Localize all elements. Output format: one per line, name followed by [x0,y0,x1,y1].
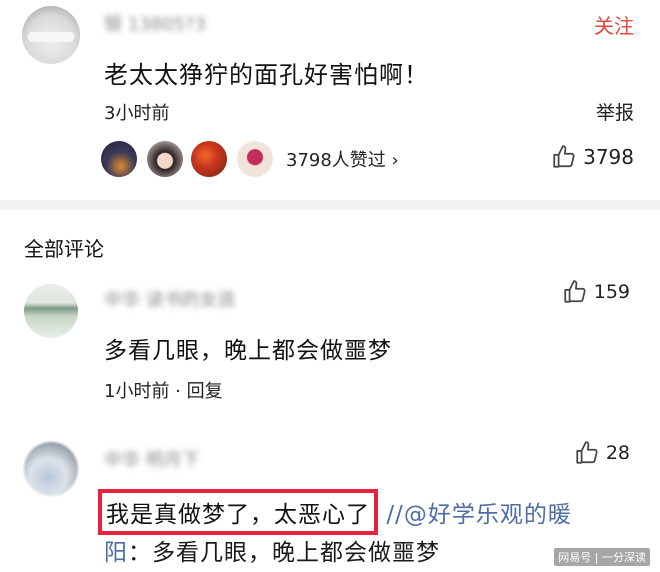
comment-author-name[interactable]: 中华 明月下 [104,446,200,472]
post-author-avatar[interactable] [22,6,80,64]
comment-author-name[interactable]: 中华 读书的女孩 [104,286,236,312]
post-like-button[interactable]: 3798 [551,144,634,170]
report-button[interactable]: 举报 [596,98,634,125]
comment-author-avatar[interactable] [24,284,78,338]
comment-text: 多看几眼，晚上都会做噩梦 [104,338,392,364]
section-divider [0,200,660,210]
comment-page: 银 13805?3 关注 老太太狰狞的面孔好害怕啊！ 3小时前 举报 3798人… [0,0,660,572]
comment-like-count: 159 [593,281,630,303]
comment-author-avatar[interactable] [24,442,78,496]
comment-meta: 1小时前 · 回复 [104,377,223,403]
post-time: 3小时前 [104,103,170,124]
forward-separator: // [386,502,404,528]
follow-button[interactable]: 关注 [594,10,634,39]
thumbs-up-icon [551,144,577,170]
thumbs-up-icon [562,279,588,305]
comment-text-line1: 我是真做梦了，太恶心了 //@好学乐观的暖 [98,489,572,535]
comment-like-count: 28 [605,442,630,464]
post-like-count: 3798 [583,145,634,169]
mention-link-continued[interactable]: 阳 [104,540,128,566]
reply-button[interactable]: 回复 [187,381,223,402]
comment-like-button[interactable]: 159 [562,279,630,305]
quoted-comment-text: ：多看几眼，晚上都会做噩梦 [128,540,440,566]
liker-avatar[interactable] [236,140,274,178]
mention-link[interactable]: @好学乐观的暖 [404,502,572,528]
thumbs-up-icon [574,440,600,466]
all-comments-title: 全部评论 [24,237,104,261]
liker-avatar[interactable] [190,140,228,178]
liker-avatar[interactable] [100,140,138,178]
liker-avatar[interactable] [146,140,184,178]
comment-text-line2: 阳：多看几眼，晚上都会做噩梦 [104,533,440,567]
highlighted-comment-text: 我是真做梦了，太恶心了 [98,489,378,535]
meta-separator: · [169,381,187,402]
comment-time: 1小时前 [104,381,170,402]
post-author-name[interactable]: 银 13805?3 [104,10,206,36]
comment-like-button[interactable]: 28 [574,440,630,466]
likers-count-link[interactable]: 3798人赞过 › [286,146,399,172]
source-watermark: 网易号 | 一分深读 [554,548,650,566]
post-text: 老太太狰狞的面孔好害怕啊！ [104,61,429,89]
